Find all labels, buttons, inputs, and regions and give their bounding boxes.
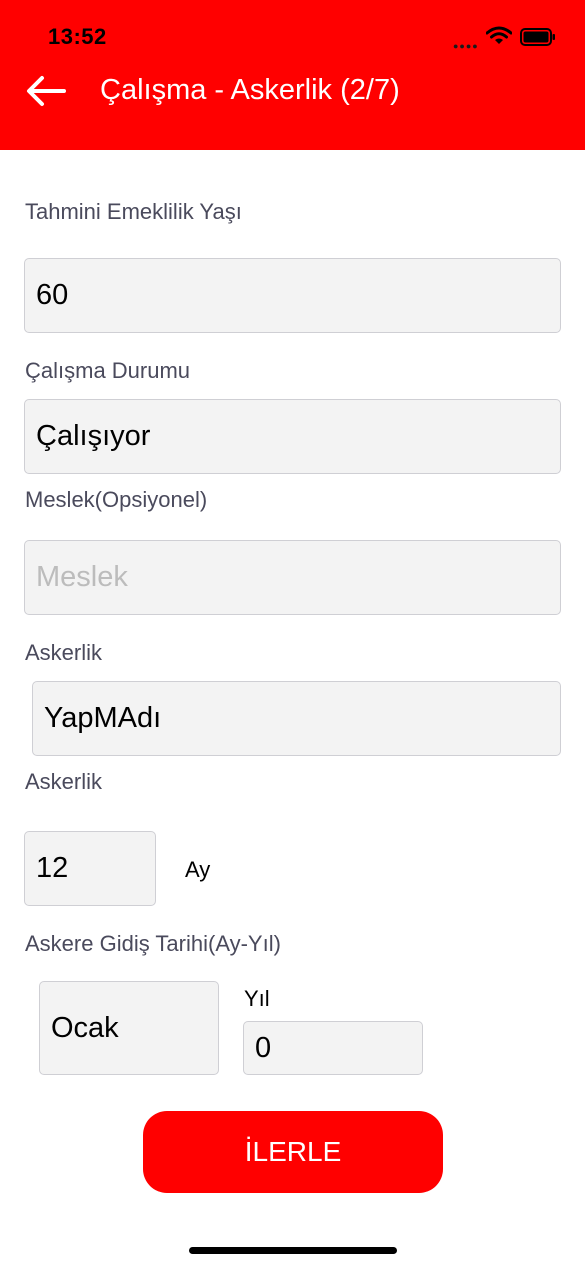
wifi-icon <box>486 26 512 44</box>
battery-icon <box>520 28 555 46</box>
arrow-left-icon[interactable] <box>24 74 68 108</box>
retirement-age-field[interactable]: 60 <box>24 258 561 333</box>
duration-unit-label: Ay <box>185 857 211 882</box>
signal-dots-icon: ●●●● <box>453 41 479 51</box>
profession-field[interactable]: Meslek <box>24 540 561 615</box>
status-time: 13:52 <box>48 24 107 49</box>
work-status-label: Çalışma Durumu <box>25 358 191 383</box>
next-button[interactable]: İLERLE <box>143 1111 443 1193</box>
work-status-select[interactable]: Çalışıyor <box>24 399 561 474</box>
profession-label: Meslek(Opsiyonel) <box>25 487 208 512</box>
military-duration-field[interactable]: 12 <box>24 831 156 906</box>
military-duration-label: Askerlik <box>25 769 103 794</box>
military-select[interactable]: YapMAdı <box>32 681 561 756</box>
month-select[interactable]: Ocak <box>39 981 219 1075</box>
year-field[interactable]: 0 <box>243 1021 423 1075</box>
page-title: Çalışma - Askerlik (2/7) <box>100 74 400 106</box>
year-label: Yıl <box>244 986 270 1011</box>
app-header: 13:52 ●●●● Çalışma - Askerlik (2/7) <box>0 0 585 150</box>
military-start-label: Askere Gidiş Tarihi(Ay-Yıl) <box>25 931 281 956</box>
military-label: Askerlik <box>25 640 103 665</box>
retirement-age-label: Tahmini Emeklilik Yaşı <box>25 199 242 224</box>
home-indicator <box>189 1247 397 1254</box>
